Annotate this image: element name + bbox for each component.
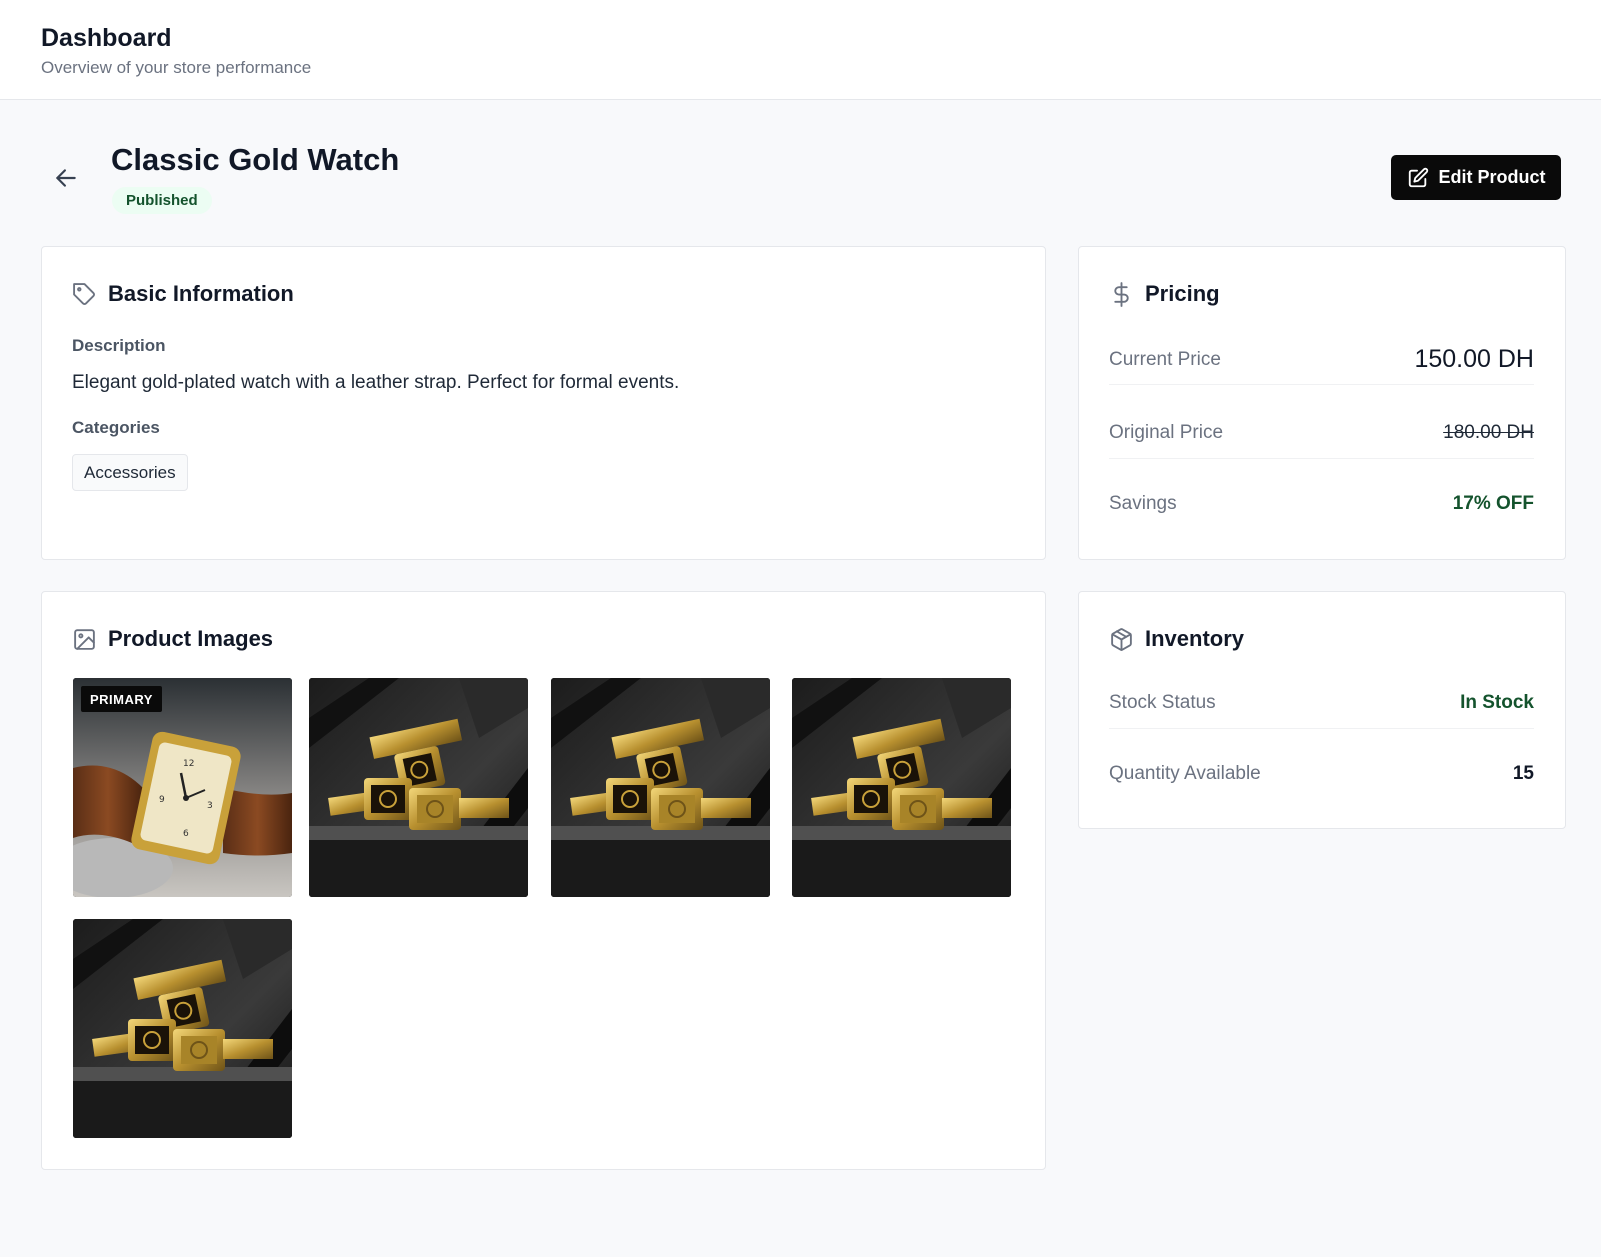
quantity-value: 15 <box>1512 763 1534 784</box>
product-images-title: Product Images <box>108 626 274 651</box>
quantity-label: Quantity Available <box>1109 763 1261 784</box>
edit-product-label: Edit Product <box>1438 167 1546 187</box>
gold-watch-image <box>551 678 770 897</box>
svg-text:3: 3 <box>207 801 213 811</box>
product-image-1[interactable]: 12 9 3 6 PRIMARY <box>73 678 292 897</box>
pricing-card: Pricing Current Price 150.00 DH Original… <box>1078 246 1566 560</box>
svg-text:12: 12 <box>183 759 194 769</box>
gold-watch-image <box>309 678 528 897</box>
svg-text:9: 9 <box>159 795 165 805</box>
page-title: Dashboard <box>41 24 172 52</box>
original-price-label: Original Price <box>1109 421 1224 443</box>
pricing-title: Pricing <box>1145 281 1220 306</box>
gold-watch-image <box>73 919 292 1138</box>
stock-status-row: Stock Status In Stock <box>1109 677 1534 729</box>
stock-status-value: In Stock <box>1460 691 1534 713</box>
product-title: Classic Gold Watch <box>111 142 400 177</box>
product-image-2[interactable] <box>309 678 528 897</box>
page-subtitle: Overview of your store performance <box>41 58 312 77</box>
gold-watch-image <box>792 678 1011 897</box>
product-image-3[interactable] <box>551 678 770 897</box>
product-image-4[interactable] <box>792 678 1011 897</box>
savings-value: 17% OFF <box>1452 493 1534 514</box>
pricing-header: Pricing <box>1109 281 1220 307</box>
stock-status-label: Stock Status <box>1109 691 1216 713</box>
description-label: Description <box>72 336 166 355</box>
image-icon <box>74 628 95 650</box>
svg-text:6: 6 <box>183 829 189 839</box>
tag-icon <box>73 282 95 305</box>
savings-label: Savings <box>1109 493 1177 514</box>
edit-icon <box>1408 167 1428 187</box>
current-price-value: 150.00 DH <box>1414 345 1534 373</box>
current-price-label: Current Price <box>1109 348 1221 370</box>
quantity-row: Quantity Available 15 <box>1109 749 1534 799</box>
product-images-card: Product Images 12 9 3 6 PRIMARY <box>41 591 1046 1170</box>
inventory-header: Inventory <box>1109 626 1244 652</box>
inventory-title: Inventory <box>1145 626 1245 651</box>
basic-information-header: Basic Information <box>72 281 294 307</box>
primary-badge: PRIMARY <box>81 686 162 712</box>
current-price-row: Current Price 150.00 DH <box>1109 335 1534 385</box>
product-image-5[interactable] <box>73 919 292 1138</box>
status-badge: Published <box>112 187 212 214</box>
package-icon <box>1111 627 1132 651</box>
top-header: Dashboard Overview of your store perform… <box>0 0 1601 100</box>
description-text: Elegant gold-plated watch with a leather… <box>72 372 680 393</box>
original-price-row: Original Price 180.00 DH <box>1109 407 1534 459</box>
back-button[interactable] <box>48 160 84 196</box>
product-images-header: Product Images <box>72 626 273 652</box>
inventory-card: Inventory Stock Status In Stock Quantity… <box>1078 591 1566 829</box>
edit-product-button[interactable]: Edit Product <box>1391 155 1561 200</box>
dollar-icon <box>1114 281 1129 307</box>
basic-information-title: Basic Information <box>108 281 294 306</box>
categories-label: Categories <box>72 418 160 437</box>
basic-information-card: Basic Information Description Elegant go… <box>41 246 1046 560</box>
savings-row: Savings 17% OFF <box>1109 479 1534 529</box>
original-price-value: 180.00 DH <box>1443 421 1534 443</box>
category-chip: Accessories <box>72 454 188 491</box>
arrow-left-icon <box>56 169 76 187</box>
